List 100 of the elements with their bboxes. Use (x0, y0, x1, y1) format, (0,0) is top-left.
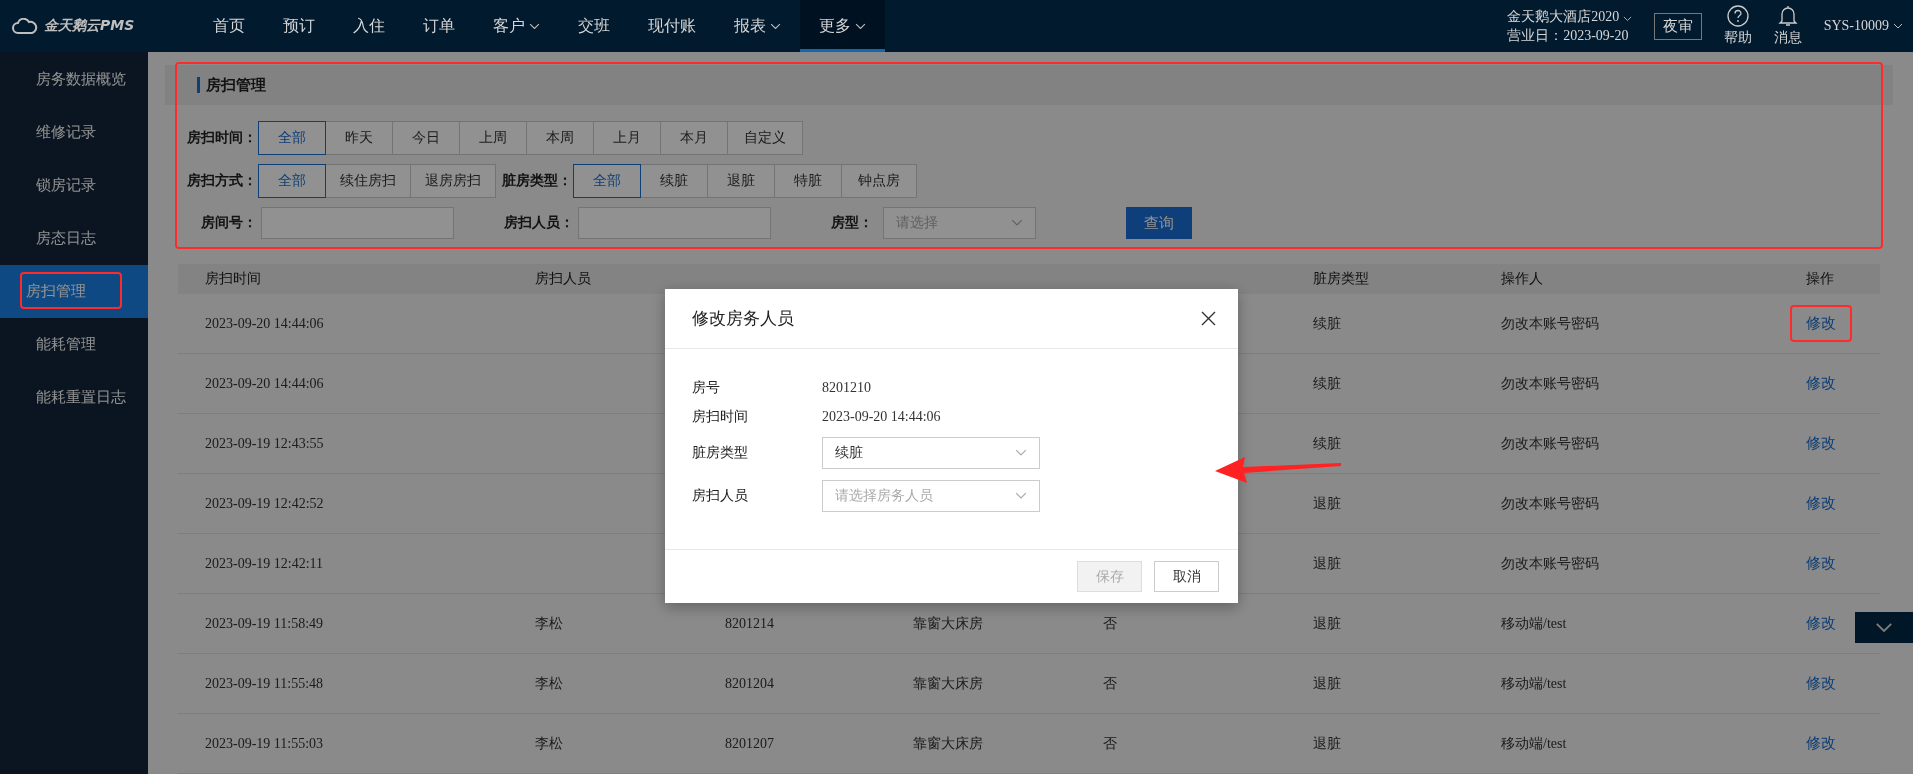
nav-tab[interactable]: 更多 (800, 0, 885, 52)
column-header: 脏房类型 (1313, 270, 1370, 288)
sidebar-item[interactable]: 房务数据概览 (0, 53, 148, 106)
filter-option[interactable]: 钟点房 (841, 164, 917, 198)
table-cell-text: 退脏 (1313, 674, 1342, 693)
close-icon (1201, 311, 1216, 326)
table-cell-text: 勿改本账号密码 (1501, 494, 1600, 513)
filter-option[interactable]: 今日 (392, 121, 460, 155)
edit-link[interactable]: 修改 (1806, 614, 1836, 633)
edit-link[interactable]: 修改 (1806, 554, 1836, 573)
edit-link[interactable]: 修改 (1806, 734, 1836, 753)
text-field[interactable] (578, 207, 771, 239)
table-cell-text: 勿改本账号密码 (1501, 554, 1600, 573)
sidebar-item[interactable]: 锁房记录 (0, 159, 148, 212)
field-value: 8201210 (822, 379, 871, 396)
messages-button[interactable]: 消息 (1773, 5, 1802, 47)
chevron-down-icon (1015, 491, 1027, 500)
nav-tab[interactable]: 交班 (559, 0, 629, 52)
column-header: 房扫人员 (535, 270, 592, 288)
table-cell-text: 2023-09-19 12:43:55 (205, 435, 325, 452)
table-cell-text: 移动端/test (1501, 734, 1568, 753)
nav-tab[interactable]: 客户 (474, 0, 559, 52)
edit-link[interactable]: 修改 (1806, 494, 1836, 513)
field-label: 房扫人员 (692, 486, 749, 505)
field-label: 脏房类型 (692, 443, 749, 462)
help-button[interactable]: 帮助 (1723, 5, 1752, 47)
edit-link[interactable]: 修改 (1806, 434, 1836, 453)
filter-option[interactable]: 续住房扫 (325, 164, 411, 198)
filter-option[interactable]: 退房房扫 (410, 164, 496, 198)
nav-tab[interactable]: 预订 (264, 0, 334, 52)
table-cell-text: 2023-09-19 11:58:49 (205, 615, 325, 632)
filter-label: 房扫方式： (187, 172, 257, 190)
table-cell-text: 2023-09-19 12:42:52 (205, 495, 325, 512)
filter-option[interactable]: 上月 (593, 121, 661, 155)
nav-tab[interactable]: 现付账 (629, 0, 715, 52)
dialog-title: 修改房务人员 (692, 308, 794, 330)
text-field[interactable] (261, 207, 454, 239)
filter-option[interactable]: 全部 (258, 164, 326, 198)
filter-label: 房间号： (201, 214, 257, 232)
chevron-down-icon (1622, 15, 1632, 21)
table-cell-text: 否 (1103, 674, 1118, 693)
filter-label: 房扫人员： (504, 214, 574, 232)
table-cell-text: 退脏 (1313, 734, 1342, 753)
chevron-down-icon (1011, 219, 1023, 227)
table-cell-text: 靠窗大床房 (913, 614, 984, 633)
filter-label: 脏房类型： (502, 172, 572, 190)
edit-link[interactable]: 修改 (1806, 374, 1836, 393)
cloud-logo-icon (12, 18, 38, 34)
close-button[interactable] (1201, 311, 1216, 326)
edit-link[interactable]: 修改 (1806, 674, 1836, 693)
nav-tab[interactable]: 首页 (194, 0, 264, 52)
table-cell-text: 8201204 (725, 675, 775, 692)
table-cell-text: 否 (1103, 614, 1118, 633)
filter-option[interactable]: 续脏 (640, 164, 708, 198)
filter-option[interactable]: 特脏 (774, 164, 842, 198)
filter-option[interactable]: 全部 (573, 164, 641, 198)
column-header: 操作人 (1501, 270, 1544, 288)
night-audit-button[interactable]: 夜审 (1653, 12, 1702, 40)
table-cell-text: 否 (1103, 734, 1118, 753)
filter-option[interactable]: 退脏 (707, 164, 775, 198)
filter-option[interactable]: 全部 (258, 121, 326, 155)
table-cell-text: 靠窗大床房 (913, 674, 984, 693)
sidebar-item[interactable]: 维修记录 (0, 106, 148, 159)
table-cell-text: 续脏 (1313, 314, 1342, 333)
field-value: 2023-09-20 14:44:06 (822, 408, 941, 425)
select-field[interactable]: 续脏 (822, 436, 1040, 469)
table-cell-text: 李松 (535, 614, 564, 633)
table-cell-text: 2023-09-20 14:44:06 (205, 315, 325, 332)
sidebar-item[interactable]: 能耗管理 (0, 318, 148, 371)
filter-option[interactable]: 昨天 (325, 121, 393, 155)
chevron-down-icon (1015, 448, 1027, 457)
table-cell-text: 李松 (535, 674, 564, 693)
column-header: 房扫时间 (205, 270, 262, 288)
chevron-down-icon (855, 22, 866, 30)
filter-option[interactable]: 上周 (459, 121, 527, 155)
sidebar-item[interactable]: 房态日志 (0, 212, 148, 265)
table-cell-text: 退脏 (1313, 494, 1342, 513)
scroll-down-button[interactable] (1855, 612, 1913, 643)
table-cell-text: 退脏 (1313, 554, 1342, 573)
field-label: 房扫时间 (692, 407, 749, 426)
filter-option[interactable]: 自定义 (727, 121, 803, 155)
chevron-down-icon (1875, 622, 1893, 633)
dialog-button[interactable]: 取消 (1154, 561, 1219, 592)
table-cell-text: 2023-09-19 12:42:11 (205, 555, 325, 572)
sidebar-item[interactable]: 能耗重置日志 (0, 371, 148, 424)
nav-tab[interactable]: 入住 (334, 0, 404, 52)
edit-link[interactable]: 修改 (1806, 314, 1836, 333)
nav-tab[interactable]: 报表 (715, 0, 800, 52)
sidebar-item[interactable]: 房扫管理 (0, 265, 148, 318)
user-menu[interactable]: SYS-10009 (1823, 18, 1903, 34)
table-cell-text: 勿改本账号密码 (1501, 314, 1600, 333)
hotel-name[interactable]: 金天鹅大酒店2020 (1507, 7, 1632, 26)
table-cell-text: 李松 (535, 734, 564, 753)
filter-option[interactable]: 本月 (660, 121, 728, 155)
table-cell-text: 2023-09-20 14:44:06 (205, 375, 325, 392)
filter-option[interactable]: 本周 (526, 121, 594, 155)
help-icon (1726, 5, 1749, 27)
search-button[interactable]: 查询 (1126, 207, 1192, 239)
table-cell-text: 8201207 (725, 735, 775, 752)
nav-tab[interactable]: 订单 (404, 0, 474, 52)
